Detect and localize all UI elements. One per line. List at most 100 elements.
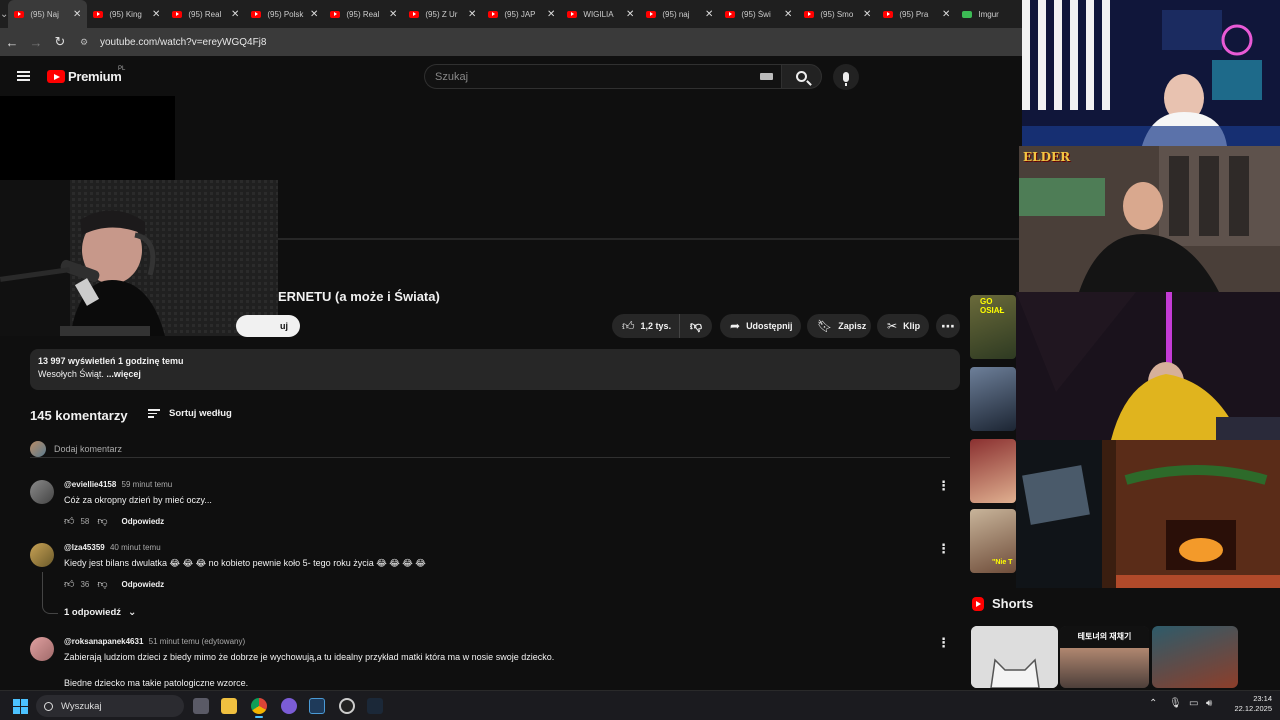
browser-tab[interactable]: (95) Pra ✕ [877, 0, 956, 28]
microphone-icon[interactable]: 🎙︎ [1169, 698, 1182, 709]
task-view-icon[interactable] [193, 698, 209, 714]
description-text: Wesołych Świąt. [38, 369, 104, 379]
browser-tab[interactable]: (95) JAP ✕ [482, 0, 561, 28]
related-video-thumbnail[interactable]: "Nie T [970, 509, 1016, 573]
add-comment-field[interactable]: Dodaj komentarz [30, 441, 950, 458]
tab-label: WIGILIA [583, 9, 614, 19]
comment-time[interactable]: 59 minut temu [122, 480, 173, 489]
browser-tab[interactable]: (95) King ✕ [87, 0, 166, 28]
webcam-scene [1016, 292, 1280, 440]
close-tab-icon[interactable]: ✕ [389, 9, 397, 20]
system-clock[interactable]: 23:14 22.12.2025 [1222, 694, 1272, 714]
youtube-favicon-icon [14, 10, 25, 18]
comment-avatar[interactable] [30, 543, 54, 567]
browser-tab[interactable]: WIGILIA ✕ [561, 0, 640, 28]
webcam-third [1016, 292, 1280, 440]
menu-icon[interactable] [17, 71, 30, 81]
file-explorer-icon[interactable] [221, 698, 237, 714]
browser-tab[interactable]: (95) Real ✕ [324, 0, 403, 28]
close-tab-icon[interactable]: ✕ [73, 9, 81, 20]
back-icon[interactable]: ← [0, 35, 24, 50]
forward-icon[interactable]: → [24, 35, 48, 50]
webcam-scene [1019, 146, 1280, 292]
keyboard-icon[interactable] [760, 73, 773, 80]
more-actions-icon[interactable]: ⋯ [936, 314, 960, 338]
start-button-icon[interactable] [13, 699, 28, 714]
thumbs-down-icon[interactable]: 👎︎ [97, 578, 107, 590]
close-tab-icon[interactable]: ✕ [231, 9, 239, 20]
browser-tab[interactable]: (95) Polsk ✕ [245, 0, 324, 28]
short-card[interactable]: 테토녀의 재채기 [1060, 626, 1149, 688]
close-tab-icon[interactable]: ✕ [705, 9, 713, 20]
clip-button[interactable]: ✂ Klip [877, 314, 929, 338]
browser-tab[interactable]: (95) Naj ✕ [8, 0, 88, 28]
reply-button[interactable]: Odpowiedz [122, 580, 165, 589]
youtube-logo[interactable]: Premium PL [47, 66, 125, 84]
like-dislike-group: 👍︎ 1,2 tys. 👎︎ [612, 314, 712, 338]
taskbar-search[interactable]: Wyszukaj [36, 695, 184, 717]
url-field[interactable]: ⚙ youtube.com/watch?v=ereyWGQ4Fj8 [80, 31, 1022, 53]
network-icon[interactable]: ▭ [1189, 698, 1198, 709]
obs-icon[interactable] [339, 698, 355, 714]
thumbs-up-icon[interactable]: 👍︎ [64, 578, 74, 590]
steam-icon[interactable] [367, 698, 383, 714]
share-button[interactable]: ➦ Udostępnij [720, 314, 801, 338]
comment-author[interactable]: @lza45359 [64, 543, 105, 552]
close-tab-icon[interactable]: ✕ [152, 9, 160, 20]
close-tab-icon[interactable]: ✕ [784, 9, 792, 20]
sort-icon [148, 407, 160, 420]
comment-avatar[interactable] [30, 480, 54, 504]
app-icon[interactable] [309, 698, 325, 714]
comment-avatar[interactable] [30, 637, 54, 661]
reply-button[interactable]: Odpowiedz [122, 517, 165, 526]
like-button[interactable]: 👍︎ 1,2 tys. [612, 314, 680, 338]
search-input[interactable]: Szukaj [424, 64, 781, 89]
short-title: 테토녀의 재채기 [1060, 626, 1149, 648]
volume-icon[interactable]: 🔊︎ [1206, 698, 1212, 709]
show-more-link[interactable]: ...więcej [106, 369, 141, 379]
close-tab-icon[interactable]: ✕ [626, 9, 634, 20]
browser-tab[interactable]: (95) naj ✕ [640, 0, 719, 28]
discord-icon[interactable] [281, 698, 297, 714]
thumbs-down-icon[interactable]: 👎︎ [97, 515, 107, 527]
site-info-icon[interactable]: ⚙ [80, 37, 92, 48]
description-box[interactable]: 13 997 wyświetleń 1 godzinę temu Wesołyc… [30, 349, 960, 390]
browser-tab[interactable]: (95) Real ✕ [166, 0, 245, 28]
youtube-favicon-icon [93, 10, 104, 18]
taskbar-search-label: Wyszukaj [61, 700, 102, 712]
short-card[interactable] [971, 626, 1058, 688]
related-video-thumbnail[interactable] [970, 439, 1016, 503]
comment-time[interactable]: 40 minut temu [110, 543, 161, 552]
comment-author[interactable]: @eviellie4158 [64, 480, 116, 489]
subscribe-button[interactable]: uj [236, 315, 300, 337]
comment-author[interactable]: @roksanapanek4631 [64, 637, 143, 646]
close-tab-icon[interactable]: ✕ [547, 9, 555, 20]
show-replies-button[interactable]: 1 odpowiedź ⌄ [64, 607, 136, 618]
close-tab-icon[interactable]: ✕ [942, 9, 950, 20]
comment-menu-icon[interactable]: ⋮ [937, 541, 950, 557]
search-button[interactable] [781, 64, 822, 89]
player-progress-track[interactable] [278, 238, 1022, 240]
browser-tab[interactable]: (95) Smo ✕ [798, 0, 877, 28]
browser-tab[interactable]: (95) Świ ✕ [719, 0, 798, 28]
related-video-thumbnail[interactable]: GO OSIAŁ [970, 295, 1016, 359]
sort-comments-button[interactable]: Sortuj według [148, 407, 232, 420]
tab-search-icon[interactable]: ⌄ [0, 0, 8, 28]
save-button[interactable]: 🔖︎ Zapisz [807, 314, 871, 338]
youtube-favicon-icon [409, 10, 420, 18]
close-tab-icon[interactable]: ✕ [310, 9, 318, 20]
thumbs-up-icon[interactable]: 👍︎ [64, 515, 74, 527]
close-tab-icon[interactable]: ✕ [468, 9, 476, 20]
dislike-button[interactable]: 👎︎ [680, 319, 712, 334]
reload-icon[interactable]: ↻ [48, 34, 72, 50]
comment-menu-icon[interactable]: ⋮ [937, 478, 950, 494]
browser-tab[interactable]: (95) Z Ur ✕ [403, 0, 482, 28]
comment-time[interactable]: 51 minut temu (edytowany) [149, 637, 246, 646]
related-video-thumbnail[interactable] [970, 367, 1016, 431]
show-hidden-icons-icon[interactable]: ⌃ [1149, 698, 1157, 709]
close-tab-icon[interactable]: ✕ [863, 9, 871, 20]
comment-menu-icon[interactable]: ⋮ [937, 635, 950, 651]
chrome-icon[interactable] [251, 698, 267, 714]
short-card[interactable] [1152, 626, 1238, 688]
voice-search-button[interactable] [833, 64, 859, 90]
